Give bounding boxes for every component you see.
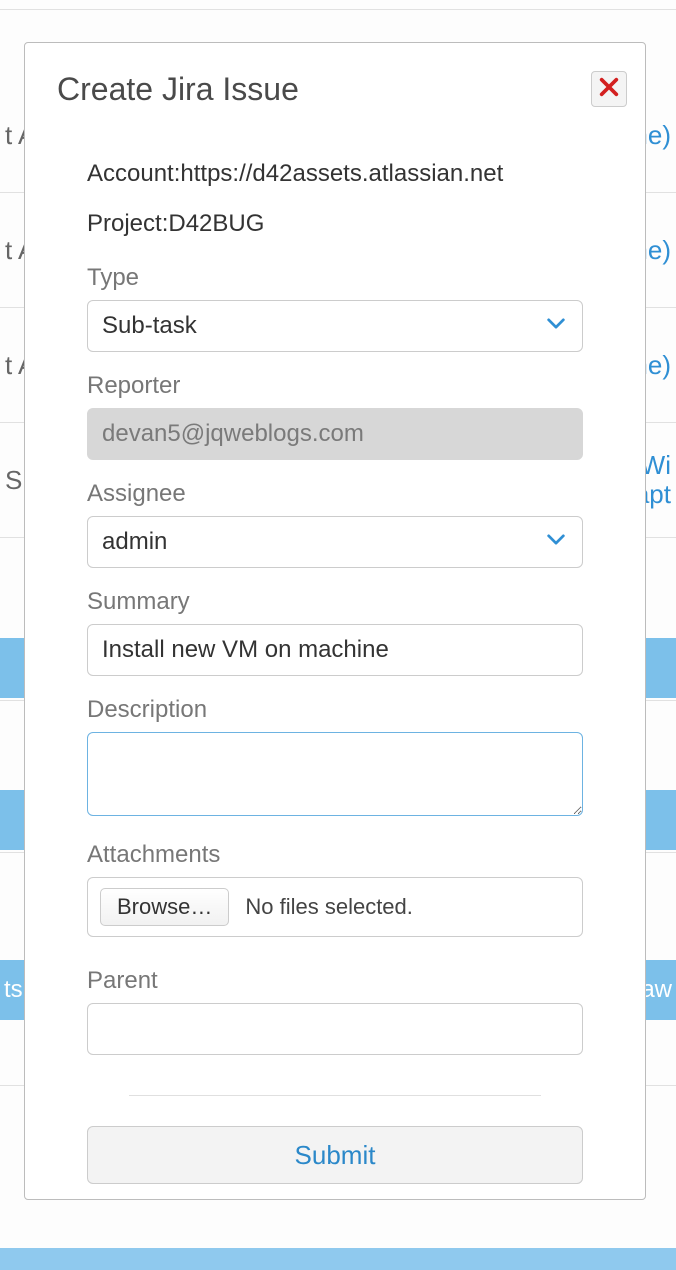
assignee-select-wrap bbox=[87, 516, 583, 568]
bg-text: ts bbox=[4, 976, 23, 1004]
reporter-label: Reporter bbox=[87, 372, 583, 400]
divider bbox=[129, 1095, 541, 1096]
attachments-box: Browse… No files selected. bbox=[87, 877, 583, 937]
assignee-label: Assignee bbox=[87, 480, 583, 508]
modal-header: Create Jira Issue bbox=[57, 71, 627, 108]
type-select-wrap bbox=[87, 300, 583, 352]
project-line: Project:D42BUG bbox=[87, 210, 583, 238]
bg-text: S bbox=[5, 465, 22, 496]
description-textarea[interactable] bbox=[87, 732, 583, 816]
modal-title: Create Jira Issue bbox=[57, 71, 299, 108]
create-jira-issue-modal: Create Jira Issue Account:https://d42ass… bbox=[24, 42, 646, 1200]
bg-row: twork Broadc @ d42I bbox=[0, 0, 676, 10]
project-label: Project: bbox=[87, 210, 168, 237]
close-button[interactable] bbox=[591, 71, 627, 107]
project-value: D42BUG bbox=[168, 210, 264, 237]
attachments-label: Attachments bbox=[87, 841, 583, 869]
type-label: Type bbox=[87, 264, 583, 292]
account-value: https://d42assets.atlassian.net bbox=[180, 160, 503, 187]
assignee-select[interactable] bbox=[87, 516, 583, 568]
parent-input[interactable] bbox=[87, 1003, 583, 1055]
type-select[interactable] bbox=[87, 300, 583, 352]
reporter-field bbox=[87, 408, 583, 460]
summary-label: Summary bbox=[87, 588, 583, 616]
parent-label: Parent bbox=[87, 967, 583, 995]
bg-footer-bar bbox=[0, 1248, 676, 1270]
account-label: Account: bbox=[87, 160, 180, 187]
summary-input[interactable] bbox=[87, 624, 583, 676]
close-icon bbox=[598, 76, 620, 103]
attachments-status: No files selected. bbox=[245, 894, 413, 920]
submit-button[interactable]: Submit bbox=[87, 1126, 583, 1184]
browse-button[interactable]: Browse… bbox=[100, 888, 229, 926]
description-label: Description bbox=[87, 696, 583, 724]
account-line: Account:https://d42assets.atlassian.net bbox=[87, 160, 583, 188]
